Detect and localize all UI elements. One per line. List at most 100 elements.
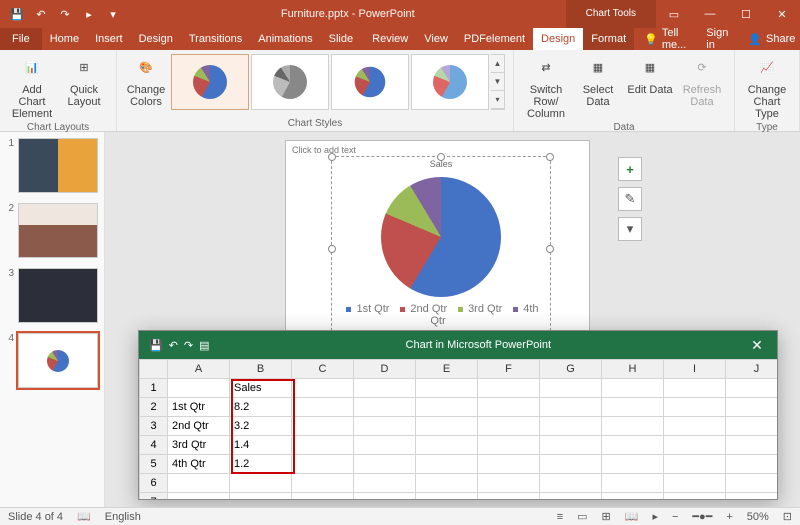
chart-elements-button[interactable]: + [618,157,642,181]
col-header[interactable]: A [168,360,230,379]
cell[interactable] [416,455,478,474]
cell[interactable] [354,436,416,455]
save-icon[interactable]: 💾 [6,3,28,25]
change-chart-type-button[interactable]: 📈Change Chart Type [743,54,791,120]
col-header[interactable]: H [602,360,664,379]
cell[interactable] [478,474,540,493]
row-header[interactable]: 4 [140,436,168,455]
cell[interactable]: 3rd Qtr [168,436,230,455]
sorter-view-icon[interactable]: ⊞ [602,510,611,523]
chart-styles-button[interactable]: ✎ [618,187,642,211]
cell[interactable] [416,417,478,436]
row-header[interactable]: 7 [140,493,168,500]
col-header[interactable]: G [540,360,602,379]
tab-home[interactable]: Home [42,28,87,50]
cell[interactable] [292,455,354,474]
cell[interactable] [664,493,726,500]
col-header[interactable]: B [230,360,292,379]
cell[interactable] [602,398,664,417]
zoom-in-icon[interactable]: + [726,511,732,523]
select-all-cell[interactable] [140,360,168,379]
slide-indicator[interactable]: Slide 4 of 4 [8,511,63,523]
qat-more-icon[interactable]: ▾ [102,3,124,25]
col-header[interactable]: F [478,360,540,379]
excel-grid[interactable]: ABCDEFGHIJ1Sales21st Qtr8.232nd Qtr3.243… [139,359,777,499]
cell[interactable] [230,493,292,500]
change-colors-button[interactable]: 🎨Change Colors [125,54,167,108]
col-header[interactable]: C [292,360,354,379]
notes-button[interactable]: ≡ [557,511,563,523]
cell[interactable] [726,379,778,398]
cell[interactable] [478,493,540,500]
tab-chart-design[interactable]: Design [533,28,583,50]
undo-icon[interactable]: ↶ [30,3,52,25]
switch-row-column-button[interactable]: ⇄Switch Row/ Column [522,54,570,120]
cell[interactable] [292,379,354,398]
cell[interactable] [540,436,602,455]
cell[interactable] [354,474,416,493]
cell[interactable]: 1st Qtr [168,398,230,417]
cell[interactable] [292,493,354,500]
language-indicator[interactable]: English [105,511,141,523]
cell[interactable] [602,455,664,474]
cell[interactable] [354,417,416,436]
cell[interactable] [416,398,478,417]
excel-save-icon[interactable]: 💾 [149,339,163,352]
cell[interactable] [354,455,416,474]
select-data-button[interactable]: ▦Select Data [574,54,622,108]
sign-in[interactable]: Sign in [696,28,738,50]
cell[interactable] [416,474,478,493]
cell[interactable] [540,379,602,398]
cell[interactable] [478,436,540,455]
row-header[interactable]: 3 [140,417,168,436]
text-placeholder[interactable]: Click to add text [292,145,356,155]
row-header[interactable]: 6 [140,474,168,493]
excel-redo-icon[interactable]: ↷ [184,339,193,352]
row-header[interactable]: 1 [140,379,168,398]
cell[interactable] [292,417,354,436]
normal-view-icon[interactable]: ▭ [577,510,587,523]
cell[interactable] [664,436,726,455]
add-chart-element-button[interactable]: 📊Add Chart Element [8,54,56,120]
cell[interactable]: 1.4 [230,436,292,455]
cell[interactable] [292,474,354,493]
cell[interactable] [664,474,726,493]
cell[interactable] [540,417,602,436]
share-button[interactable]: 👤 Share [738,28,800,50]
spell-check-icon[interactable]: 📖 [77,510,91,523]
cell[interactable]: 2nd Qtr [168,417,230,436]
cell[interactable] [478,398,540,417]
cell[interactable] [354,493,416,500]
tell-me[interactable]: 💡 Tell me... [634,28,696,50]
tab-design-ppt[interactable]: Design [131,28,181,50]
tab-chart-format[interactable]: Format [583,28,634,50]
col-header[interactable]: J [726,360,778,379]
chart-style-1[interactable] [171,54,249,110]
zoom-slider[interactable]: ━●━ [692,510,712,523]
cell[interactable]: 8.2 [230,398,292,417]
cell[interactable] [540,398,602,417]
cell[interactable]: 3.2 [230,417,292,436]
cell[interactable] [416,436,478,455]
zoom-level[interactable]: 50% [747,511,769,523]
slide-thumb-3[interactable] [18,268,98,323]
cell[interactable] [168,493,230,500]
cell[interactable] [540,455,602,474]
col-header[interactable]: I [664,360,726,379]
minimize-icon[interactable]: — [692,0,728,28]
cell[interactable] [602,379,664,398]
cell[interactable] [602,474,664,493]
cell[interactable] [540,474,602,493]
row-header[interactable]: 2 [140,398,168,417]
cell[interactable]: 1.2 [230,455,292,474]
cell[interactable] [602,417,664,436]
cell[interactable]: 4th Qtr [168,455,230,474]
cell[interactable] [478,417,540,436]
cell[interactable] [664,417,726,436]
cell[interactable] [168,379,230,398]
cell[interactable] [726,417,778,436]
cell[interactable] [726,474,778,493]
slide-thumb-1[interactable] [18,138,98,193]
chart-style-3[interactable] [331,54,409,110]
row-header[interactable]: 5 [140,455,168,474]
